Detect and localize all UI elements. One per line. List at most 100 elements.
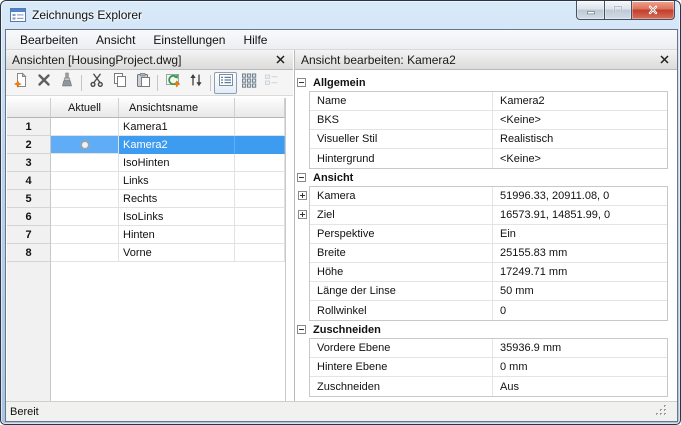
- menu-item-ansicht[interactable]: Ansicht: [87, 30, 144, 49]
- view-name-cell[interactable]: Rechts: [119, 190, 235, 208]
- toolbar-button-set-current-view[interactable]: [161, 72, 184, 94]
- property-value[interactable]: <Keine>: [493, 149, 667, 168]
- view-name-cell[interactable]: IsoHinten: [119, 154, 235, 172]
- menu-item-bearbeiten[interactable]: Bearbeiten: [11, 30, 87, 49]
- trailing-cell[interactable]: [235, 172, 285, 190]
- property-value[interactable]: 0 mm: [493, 358, 667, 376]
- column-header-aktuell[interactable]: Aktuell: [51, 98, 119, 118]
- table-row[interactable]: 5 Rechts: [7, 190, 285, 208]
- property-value[interactable]: 0: [493, 301, 667, 320]
- table-row[interactable]: 1 Kamera1: [7, 118, 285, 136]
- menu-item-hilfe[interactable]: Hilfe: [234, 30, 276, 49]
- menu-item-einstellungen[interactable]: Einstellungen: [144, 30, 234, 49]
- property-value[interactable]: Kamera2: [493, 92, 667, 110]
- property-row-visueller-stil[interactable]: Visueller StilRealistisch: [310, 130, 667, 149]
- views-panel-close-icon[interactable]: [273, 53, 287, 67]
- property-row-ziel[interactable]: Ziel16573.91, 14851.99, 0: [310, 206, 667, 225]
- minimize-button[interactable]: [576, 1, 605, 20]
- property-value[interactable]: 25155.83 mm: [493, 244, 667, 262]
- row-number-cell[interactable]: 1: [7, 118, 51, 136]
- row-number-cell[interactable]: 8: [7, 244, 51, 262]
- toolbar-button-refresh[interactable]: [184, 72, 207, 94]
- property-value[interactable]: 16573.91, 14851.99, 0: [493, 206, 667, 224]
- property-row-zuschneiden[interactable]: ZuschneidenAus: [310, 377, 667, 396]
- trailing-cell[interactable]: [235, 190, 285, 208]
- toolbar-button-purge[interactable]: [55, 72, 78, 94]
- view-name-cell[interactable]: Kamera1: [119, 118, 235, 136]
- current-cell[interactable]: [51, 154, 119, 172]
- property-value[interactable]: 50 mm: [493, 282, 667, 300]
- section-collapse-icon[interactable]: [297, 173, 306, 182]
- row-number-cell[interactable]: 7: [7, 226, 51, 244]
- edit-view-panel-close-icon[interactable]: [657, 53, 671, 67]
- section-collapse-icon[interactable]: [297, 325, 306, 334]
- edit-view-panel-header: Ansicht bearbeiten: Kamera2: [295, 50, 677, 70]
- trailing-cell[interactable]: [235, 118, 285, 136]
- title-bar[interactable]: Zeichnungs Explorer: [1, 1, 680, 29]
- section-collapse-icon[interactable]: [297, 78, 306, 87]
- resize-grip-icon[interactable]: [656, 405, 667, 419]
- toolbar-button-copy[interactable]: [108, 72, 131, 94]
- table-row[interactable]: 8 Vorne: [7, 244, 285, 262]
- column-header-blank[interactable]: [235, 98, 285, 118]
- toolbar-button-details-view[interactable]: [214, 72, 237, 94]
- property-row-rollwinkel[interactable]: Rollwinkel0: [310, 301, 667, 320]
- property-row-breite[interactable]: Breite25155.83 mm: [310, 244, 667, 263]
- table-row[interactable]: 3 IsoHinten: [7, 154, 285, 172]
- view-name-cell[interactable]: Vorne: [119, 244, 235, 262]
- close-button[interactable]: [632, 1, 675, 20]
- current-cell[interactable]: [51, 226, 119, 244]
- current-cell[interactable]: [51, 244, 119, 262]
- current-cell[interactable]: [51, 136, 119, 154]
- toolbar-button-delete[interactable]: [32, 72, 55, 94]
- table-row[interactable]: 2 Kamera2: [7, 136, 285, 154]
- property-row-bks[interactable]: BKS<Keine>: [310, 111, 667, 130]
- trailing-cell[interactable]: [235, 208, 285, 226]
- table-row[interactable]: 4 Links: [7, 172, 285, 190]
- toolbar-button-cut[interactable]: [85, 72, 108, 94]
- trailing-cell[interactable]: [235, 136, 285, 154]
- current-cell[interactable]: [51, 172, 119, 190]
- view-name-cell[interactable]: Links: [119, 172, 235, 190]
- trailing-cell[interactable]: [235, 244, 285, 262]
- toolbar-button-paste[interactable]: [131, 72, 154, 94]
- property-row-hintere-ebene[interactable]: Hintere Ebene0 mm: [310, 358, 667, 377]
- current-cell[interactable]: [51, 190, 119, 208]
- current-cell[interactable]: [51, 208, 119, 226]
- property-value[interactable]: Ein: [493, 225, 667, 243]
- view-name-cell[interactable]: IsoLinks: [119, 208, 235, 226]
- column-header-ansichtsname[interactable]: Ansichtsname: [119, 98, 235, 118]
- row-number-cell[interactable]: 6: [7, 208, 51, 226]
- maximize-button[interactable]: [605, 1, 632, 20]
- column-header-blank[interactable]: [7, 98, 51, 118]
- row-number-cell[interactable]: 2: [7, 136, 51, 154]
- property-row-h-he[interactable]: Höhe17249.71 mm: [310, 263, 667, 282]
- row-number-cell[interactable]: 3: [7, 154, 51, 172]
- property-row-perspektive[interactable]: PerspektiveEin: [310, 225, 667, 244]
- property-value[interactable]: Aus: [493, 377, 667, 396]
- property-row-l-nge-der-linse[interactable]: Länge der Linse50 mm: [310, 282, 667, 301]
- toolbar-button-new-view[interactable]: [9, 72, 32, 94]
- table-row[interactable]: 7 Hinten: [7, 226, 285, 244]
- property-row-kamera[interactable]: Kamera51996.33, 20911.08, 0: [310, 187, 667, 206]
- current-cell[interactable]: [51, 118, 119, 136]
- row-number-cell[interactable]: 4: [7, 172, 51, 190]
- property-value[interactable]: 51996.33, 20911.08, 0: [493, 187, 667, 205]
- property-expand-icon[interactable]: [298, 210, 307, 219]
- property-row-name[interactable]: NameKamera2: [310, 92, 667, 111]
- property-row-vordere-ebene[interactable]: Vordere Ebene35936.9 mm: [310, 339, 667, 358]
- toolbar-button-tree-view[interactable]: [260, 72, 283, 94]
- view-name-cell[interactable]: Hinten: [119, 226, 235, 244]
- row-number-cell[interactable]: 5: [7, 190, 51, 208]
- view-name-cell[interactable]: Kamera2: [119, 136, 235, 154]
- property-expand-icon[interactable]: [298, 191, 307, 200]
- property-value[interactable]: 17249.71 mm: [493, 263, 667, 281]
- trailing-cell[interactable]: [235, 226, 285, 244]
- trailing-cell[interactable]: [235, 154, 285, 172]
- table-row[interactable]: 6 IsoLinks: [7, 208, 285, 226]
- property-value[interactable]: Realistisch: [493, 130, 667, 148]
- property-row-hintergrund[interactable]: Hintergrund<Keine>: [310, 149, 667, 168]
- toolbar-button-icons-view[interactable]: [237, 72, 260, 94]
- property-value[interactable]: <Keine>: [493, 111, 667, 129]
- property-value[interactable]: 35936.9 mm: [493, 339, 667, 357]
